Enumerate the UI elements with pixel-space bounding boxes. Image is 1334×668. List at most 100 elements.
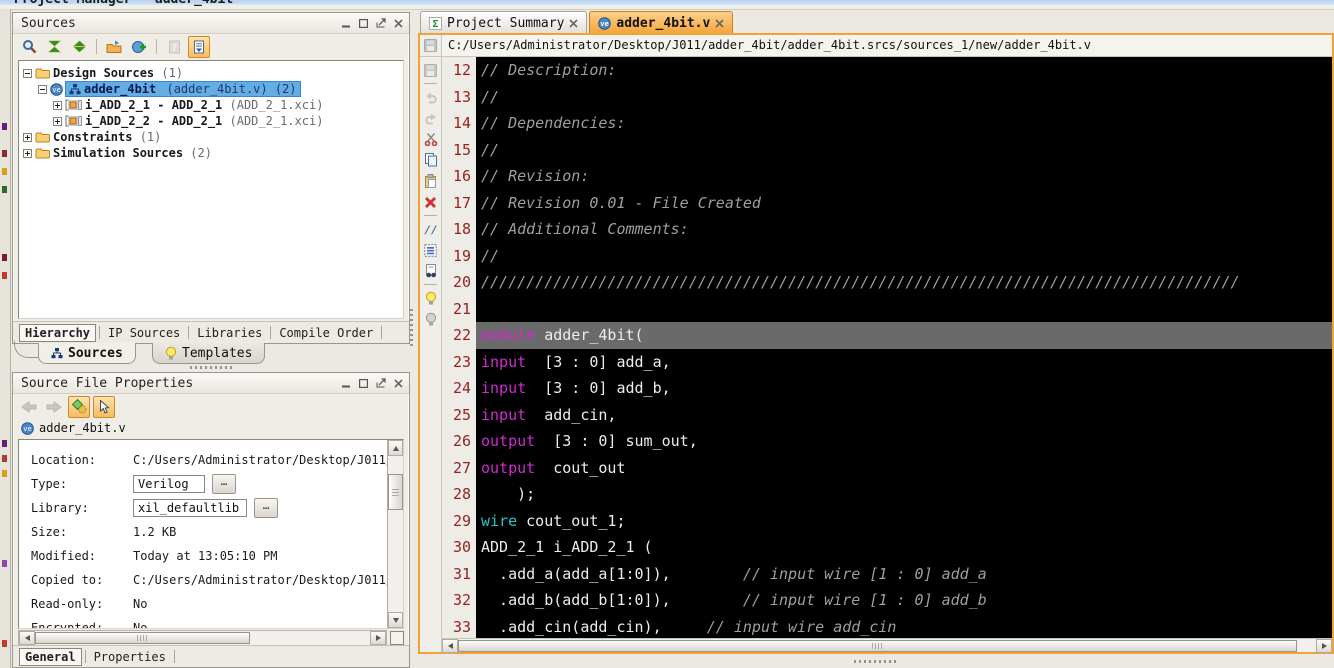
scroll-left-button[interactable] bbox=[442, 638, 458, 653]
find-in-file-button[interactable] bbox=[421, 261, 441, 281]
lightbulb-button[interactable] bbox=[421, 288, 441, 308]
code-text[interactable]: input [3 : 0] add_b, bbox=[476, 375, 1332, 402]
code-text[interactable]: .add_a(add_a[1:0]), // input wire [1 : 0… bbox=[476, 560, 1332, 587]
tab-hierarchy[interactable]: Hierarchy bbox=[19, 323, 97, 342]
tab-compile-order[interactable]: Compile Order bbox=[274, 325, 378, 341]
vertical-splitter-handle[interactable] bbox=[410, 306, 413, 346]
tab-sources[interactable]: Sources bbox=[38, 343, 136, 364]
scroll-thumb[interactable] bbox=[388, 474, 403, 510]
block-select-button[interactable] bbox=[421, 240, 441, 260]
collapse-expander[interactable] bbox=[23, 68, 32, 78]
tab-templates[interactable]: Templates bbox=[152, 343, 266, 364]
code-text[interactable]: ADD_2_1 i_ADD_2_1 ( bbox=[476, 534, 1332, 561]
editor-horizontal-scrollbar[interactable] bbox=[442, 638, 1332, 653]
code-text[interactable]: // Dependencies: bbox=[476, 110, 1332, 137]
forward-button[interactable] bbox=[43, 396, 65, 418]
tree-item-constraints[interactable]: Constraints (1) bbox=[19, 129, 403, 145]
maximize-button[interactable] bbox=[359, 378, 368, 388]
save-button[interactable] bbox=[421, 60, 441, 80]
tree-item-design-sources[interactable]: Design Sources (1) bbox=[19, 65, 403, 81]
close-button[interactable] bbox=[394, 378, 403, 388]
property-input[interactable]: Verilog bbox=[133, 475, 205, 493]
collapse-expander[interactable] bbox=[38, 84, 47, 94]
toggle-comment-button[interactable]: // bbox=[421, 219, 441, 239]
scroll-down-button[interactable] bbox=[388, 612, 403, 628]
paste-button[interactable] bbox=[421, 171, 441, 191]
scroll-thumb[interactable] bbox=[458, 639, 1297, 652]
scroll-right-button[interactable] bbox=[370, 631, 386, 645]
code-text[interactable]: // Revision: bbox=[476, 163, 1332, 190]
code-text[interactable]: // Additional Comments: bbox=[476, 216, 1332, 243]
ellipsis-button[interactable]: … bbox=[254, 498, 278, 518]
splitter-handle[interactable] bbox=[854, 659, 898, 663]
close-icon[interactable] bbox=[569, 18, 578, 28]
add-sources-button[interactable] bbox=[128, 36, 150, 58]
code-text[interactable]: output cout_out bbox=[476, 454, 1332, 481]
close-button[interactable] bbox=[394, 18, 403, 28]
code-text[interactable]: wire cout_out_1; bbox=[476, 507, 1332, 534]
properties-vertical-scrollbar[interactable] bbox=[387, 440, 403, 628]
code-text[interactable]: // bbox=[476, 136, 1332, 163]
code-text[interactable]: input add_cin, bbox=[476, 401, 1332, 428]
tab-adder-4bit-v[interactable]: ve adder_4bit.v bbox=[589, 11, 734, 34]
float-button[interactable] bbox=[376, 378, 386, 388]
code-text[interactable]: .add_b(add_b[1:0]), // input wire [1 : 0… bbox=[476, 587, 1332, 614]
tab-properties[interactable]: Properties bbox=[89, 649, 171, 665]
delete-button[interactable] bbox=[421, 192, 441, 212]
code-text[interactable]: module adder_4bit( bbox=[476, 322, 1332, 349]
minimize-button[interactable] bbox=[342, 19, 351, 28]
code-text[interactable]: // Revision 0.01 - File Created bbox=[476, 189, 1332, 216]
tab-general[interactable]: General bbox=[19, 647, 82, 666]
redo-button[interactable] bbox=[421, 108, 441, 128]
ellipsis-button[interactable]: … bbox=[212, 474, 236, 494]
code-text[interactable]: .add_cin(add_cin), // input wire add_cin bbox=[476, 613, 1332, 638]
code-text[interactable]: input [3 : 0] add_a, bbox=[476, 348, 1332, 375]
copy-button[interactable] bbox=[421, 150, 441, 170]
tree-item-adder-4bit[interactable]: ve adder_4bit (adder_4bit.v) (2) bbox=[19, 81, 403, 97]
edit-properties-button[interactable] bbox=[68, 395, 90, 418]
code-text[interactable]: // bbox=[476, 242, 1332, 269]
select-pointer-button[interactable] bbox=[93, 395, 115, 418]
open-folder-button[interactable] bbox=[103, 36, 125, 58]
scroll-up-button[interactable] bbox=[388, 440, 403, 456]
code-area[interactable]: 12// Description: 13//14// Dependencies: 1… bbox=[442, 57, 1332, 638]
tab-libraries[interactable]: Libraries bbox=[192, 325, 267, 341]
collapse-all-button[interactable] bbox=[43, 36, 65, 58]
expand-expander[interactable] bbox=[53, 100, 62, 110]
close-icon[interactable] bbox=[715, 18, 724, 28]
tab-project-summary[interactable]: Σ Project Summary bbox=[420, 11, 588, 34]
float-button[interactable] bbox=[376, 18, 386, 28]
expand-expander[interactable] bbox=[23, 148, 32, 158]
property-input[interactable]: xil_defaultlib bbox=[133, 499, 247, 517]
search-button[interactable] bbox=[18, 36, 40, 58]
expand-all-button[interactable] bbox=[68, 36, 90, 58]
properties-horizontal-scrollbar[interactable] bbox=[18, 630, 387, 646]
scroll-left-button[interactable] bbox=[19, 631, 35, 645]
expand-expander[interactable] bbox=[23, 132, 32, 142]
tree-item-i-add-2-2-add-2-1[interactable]: i_ADD_2_2 - ADD_2_1 (ADD_2_1.xci) bbox=[19, 113, 403, 129]
code-text[interactable] bbox=[476, 295, 1332, 322]
code-text[interactable]: ////////////////////////////////////////… bbox=[476, 269, 1332, 296]
tree-item-simulation-sources[interactable]: Simulation Sources (2) bbox=[19, 145, 403, 161]
save-file-button[interactable] bbox=[420, 35, 442, 56]
scroll-to-selected-button[interactable] bbox=[188, 35, 210, 58]
horizontal-splitter[interactable] bbox=[418, 654, 1334, 668]
tree-item-i-add-2-1-add-2-1[interactable]: i_ADD_2_1 - ADD_2_1 (ADD_2_1.xci) bbox=[19, 97, 403, 113]
lightbulb-dim-button[interactable] bbox=[421, 309, 441, 329]
grid-toggle-box[interactable] bbox=[390, 631, 404, 645]
code-text[interactable]: // Description: bbox=[476, 57, 1332, 84]
flow-navigator-collapsed-strip[interactable] bbox=[0, 9, 11, 668]
code-text[interactable]: // bbox=[476, 83, 1332, 110]
expand-expander[interactable] bbox=[53, 116, 62, 126]
maximize-button[interactable] bbox=[359, 18, 368, 28]
cut-button[interactable] bbox=[421, 129, 441, 149]
undo-button[interactable] bbox=[421, 87, 441, 107]
code-text[interactable]: ); bbox=[476, 481, 1332, 508]
minimize-button[interactable] bbox=[342, 379, 351, 388]
tab-ip-sources[interactable]: IP Sources bbox=[103, 325, 185, 341]
help-button[interactable]: ? bbox=[163, 36, 185, 58]
back-button[interactable] bbox=[18, 396, 40, 418]
panel-splitter-handle[interactable] bbox=[190, 366, 234, 369]
scroll-thumb[interactable] bbox=[35, 632, 250, 644]
code-text[interactable]: output [3 : 0] sum_out, bbox=[476, 428, 1332, 455]
